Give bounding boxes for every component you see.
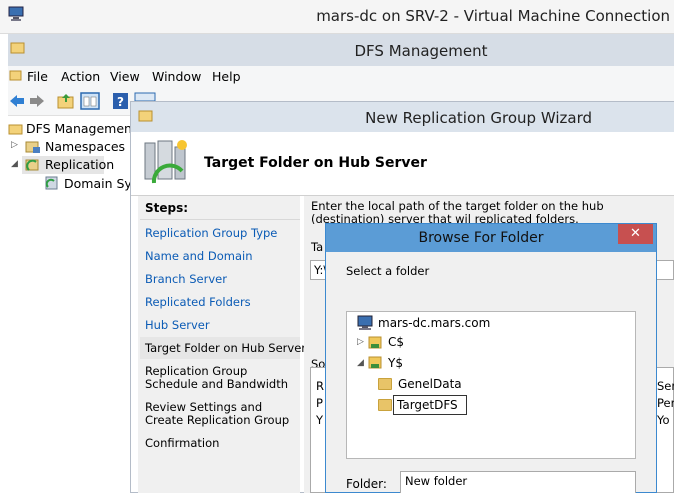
tree-item-dfs-management[interactable]: DFS Management bbox=[26, 121, 137, 136]
close-button[interactable]: ✕ bbox=[618, 224, 653, 244]
folder-icon bbox=[378, 399, 392, 411]
menu-action[interactable]: Action bbox=[61, 69, 100, 84]
collapse-y-drive-icon[interactable]: ◢ bbox=[357, 358, 364, 368]
step-confirmation: Confirmation bbox=[145, 436, 220, 450]
folder-label: Folder: bbox=[346, 477, 387, 491]
wizard-heading: Target Folder on Hub Server bbox=[204, 155, 427, 171]
step-review-settings: Review Settings and Create Replication G… bbox=[145, 400, 290, 427]
expand-c-drive-icon[interactable]: ▷ bbox=[357, 337, 364, 347]
vm-window-title: mars-dc on SRV-2 - Virtual Machine Conne… bbox=[316, 7, 670, 25]
close-icon: ✕ bbox=[630, 226, 641, 241]
tree-item-namespaces[interactable]: Namespaces bbox=[45, 139, 125, 154]
target-path-label: Ta bbox=[311, 240, 324, 254]
steps-separator bbox=[140, 219, 300, 220]
group-text-right-2: Per bbox=[657, 396, 674, 410]
group-text-row-1: R bbox=[316, 379, 324, 393]
svg-text:?: ? bbox=[117, 95, 124, 109]
shared-drive-icon bbox=[368, 336, 382, 349]
menu-bar bbox=[8, 66, 674, 88]
folder-icon bbox=[378, 378, 392, 390]
forward-arrow-icon[interactable] bbox=[28, 93, 46, 109]
dfs-management-icon bbox=[8, 124, 23, 135]
step-replicated-folders[interactable]: Replicated Folders bbox=[145, 296, 251, 309]
tree-collapse-icon[interactable]: ◢ bbox=[11, 159, 18, 169]
rename-folder-input[interactable]: TargetDFS bbox=[393, 395, 467, 415]
back-arrow-icon[interactable] bbox=[8, 93, 26, 109]
dfs-window-title: DFS Management bbox=[354, 42, 488, 60]
step-branch-server[interactable]: Branch Server bbox=[145, 273, 227, 286]
menu-view[interactable]: View bbox=[110, 69, 140, 84]
group-text-row-3: Y bbox=[316, 413, 324, 427]
group-text-right-3: Yo bbox=[657, 413, 670, 427]
computer-icon bbox=[357, 315, 373, 330]
step-hub-server[interactable]: Hub Server bbox=[145, 319, 210, 332]
show-hide-tree-icon[interactable] bbox=[80, 92, 100, 110]
menu-help[interactable]: Help bbox=[212, 69, 241, 84]
tree-node-y-drive[interactable]: Y$ bbox=[388, 356, 403, 370]
step-name-and-domain[interactable]: Name and Domain bbox=[145, 250, 253, 263]
replication-group-icon bbox=[45, 176, 58, 190]
namespaces-icon bbox=[25, 141, 40, 153]
tree-node-computer[interactable]: mars-dc.mars.com bbox=[378, 316, 490, 330]
step-schedule-bandwidth: Replication Group Schedule and Bandwidth bbox=[145, 364, 289, 391]
group-text-right-1: Ser bbox=[657, 379, 674, 393]
instruction-text: Enter the local path of the target folde… bbox=[311, 200, 604, 224]
wizard-title: New Replication Group Wizard bbox=[365, 109, 592, 127]
step-replication-group-type[interactable]: Replication Group Type bbox=[145, 227, 277, 240]
shared-drive-icon bbox=[368, 356, 382, 369]
folder-name-input[interactable]: New folder bbox=[400, 471, 636, 493]
up-folder-icon[interactable] bbox=[57, 92, 75, 110]
menu-window[interactable]: Window bbox=[152, 69, 201, 84]
help-icon[interactable]: ? bbox=[112, 92, 130, 110]
select-folder-label: Select a folder bbox=[346, 264, 430, 278]
tree-node-geneldata[interactable]: GenelData bbox=[398, 377, 462, 391]
replication-icon bbox=[25, 159, 39, 171]
tree-expand-icon[interactable]: ▷ bbox=[11, 140, 18, 150]
group-text-row-2: P bbox=[316, 396, 323, 410]
replication-wizard-icon bbox=[144, 140, 187, 184]
step-target-folder-current: Target Folder on Hub Server bbox=[145, 341, 307, 355]
menu-file[interactable]: File bbox=[27, 69, 48, 84]
system-menu-icon[interactable] bbox=[9, 69, 23, 83]
tree-node-c-drive[interactable]: C$ bbox=[388, 335, 404, 349]
browse-dialog-title: Browse For Folder bbox=[418, 230, 544, 246]
steps-label: Steps: bbox=[145, 201, 189, 215]
tree-item-replication[interactable]: Replication bbox=[45, 157, 114, 172]
